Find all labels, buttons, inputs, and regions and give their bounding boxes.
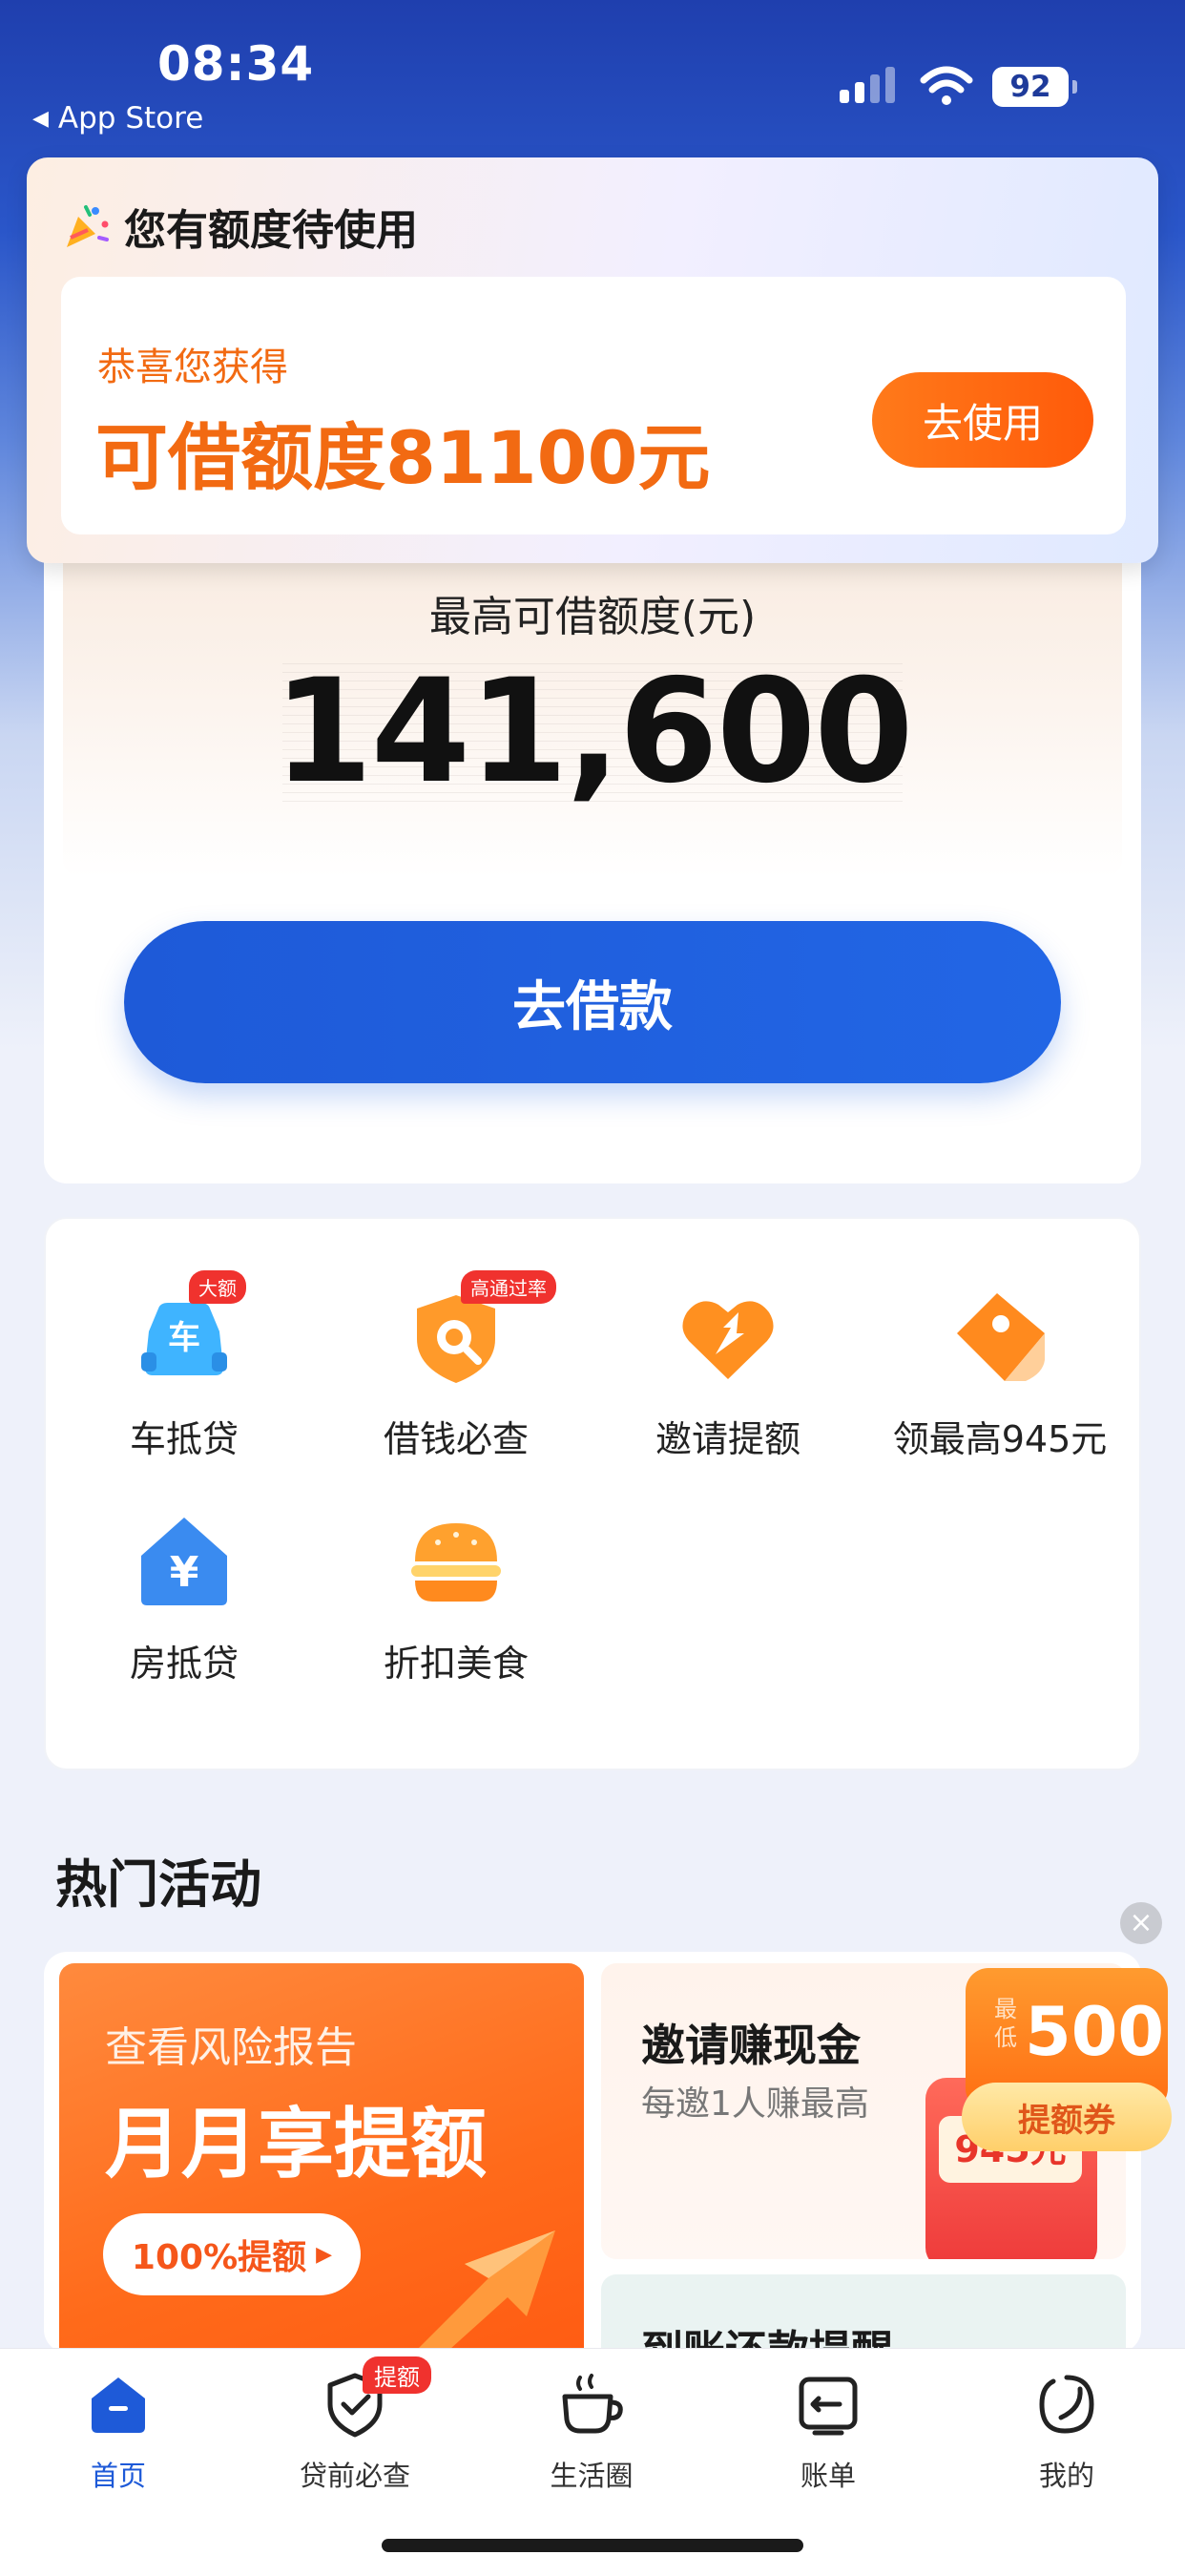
party-popper-icon: [61, 201, 111, 251]
bill-icon: [794, 2370, 863, 2439]
service-label: 折扣美食: [383, 1643, 529, 1685]
service-tag: 高通过率: [461, 1270, 556, 1304]
up-arrow-icon: [414, 2230, 555, 2353]
service-label: 邀请提额: [655, 1418, 800, 1460]
invite-subtitle: 每邀1人赚最高: [641, 2084, 869, 2124]
home-indicator[interactable]: [382, 2539, 803, 2552]
coupon-label: 提额券: [962, 2083, 1172, 2151]
svg-text:¥: ¥: [170, 1548, 199, 1597]
loan-check-icon: 高通过率: [404, 1270, 556, 1391]
invite-title: 邀请赚现金: [641, 2020, 861, 2071]
status-time: 08:34: [157, 36, 315, 92]
house-loan-icon: ¥: [132, 1510, 237, 1615]
offer-amount: 可借额度81100元: [95, 415, 711, 500]
popup-offer: 恭喜您获得 可借额度81100元 去使用: [61, 277, 1126, 534]
service-label: 领最高945元: [892, 1418, 1108, 1460]
profile-icon: [1032, 2370, 1101, 2439]
coffee-cup-icon: [557, 2370, 626, 2439]
risk-report-card[interactable]: 查看风险报告 月月享提额 100%提额 ▶: [59, 1963, 584, 2353]
burger-icon: [404, 1510, 509, 1615]
play-arrow-icon: ▶: [316, 2242, 333, 2267]
service-discount-food[interactable]: 折扣美食: [313, 1510, 599, 1686]
limit-label: 最高可借额度(元): [428, 593, 757, 641]
repayment-reminder-card[interactable]: 到账还款提醒: [601, 2274, 1126, 2353]
tab-label: 账单: [800, 2460, 856, 2492]
cellular-signal-icon: [840, 67, 895, 103]
car-loan-icon: 车 大额: [132, 1270, 246, 1391]
invite-raise-icon: [676, 1286, 780, 1391]
service-label: 房抵贷: [129, 1643, 239, 1685]
tab-home[interactable]: 首页: [23, 2370, 214, 2494]
raise-pill-label: 100%提额: [131, 2238, 307, 2277]
service-house-loan[interactable]: ¥ 房抵贷: [41, 1510, 327, 1686]
services-grid: 车 大额 车抵贷 高通过率 借钱必查 邀请提额 领最高945元 ¥ 房抵贷 折扣…: [44, 1217, 1141, 1770]
tab-label: 我的: [1038, 2460, 1094, 2492]
svg-text:车: 车: [168, 1319, 200, 1357]
borrow-card: 最高可借额度(元) 141,600 去借款: [44, 534, 1141, 1183]
tab-label: 贷前必查: [299, 2460, 410, 2492]
tab-label: 首页: [90, 2460, 146, 2492]
ad-close-icon[interactable]: ×: [1120, 1902, 1162, 1944]
back-label: App Store: [57, 101, 204, 136]
tab-bill[interactable]: 账单: [733, 2370, 924, 2494]
coupon-gift-icon: [947, 1286, 1052, 1391]
raise-coupon-badge[interactable]: 最低 500 提额券: [962, 1968, 1172, 2159]
coupon-amount: 500: [1025, 1993, 1165, 2071]
service-invite-raise[interactable]: 邀请提额: [585, 1286, 871, 1462]
battery-indicator: 92: [992, 67, 1077, 107]
home-icon: [84, 2370, 153, 2439]
hot-activities-title: 热门活动: [55, 1854, 261, 1915]
service-label: 借钱必查: [383, 1418, 529, 1460]
back-to-app-store[interactable]: ◀ App Store: [32, 101, 203, 136]
popup-title: 您有额度待使用: [124, 206, 418, 255]
borrow-button[interactable]: 去借款: [124, 921, 1061, 1083]
back-triangle-icon: ◀: [32, 106, 49, 131]
tab-pre-loan-check[interactable]: 提额 贷前必查: [260, 2356, 450, 2494]
shield-check-icon: 提额: [321, 2356, 431, 2439]
service-loan-check[interactable]: 高通过率 借钱必查: [313, 1270, 599, 1462]
congrats-text: 恭喜您获得: [97, 346, 288, 389]
risk-subtitle: 查看风险报告: [105, 2023, 357, 2072]
service-label: 车抵贷: [129, 1418, 239, 1460]
status-bar: 08:34 ◀ App Store 92: [0, 0, 1185, 143]
tab-profile[interactable]: 我的: [971, 2370, 1162, 2494]
risk-title: 月月享提额: [105, 2100, 487, 2189]
coupon-min-label: 最低: [994, 1996, 1017, 2051]
service-car-loan[interactable]: 车 大额 车抵贷: [41, 1270, 327, 1462]
tab-badge: 提额: [363, 2356, 431, 2394]
use-now-button[interactable]: 去使用: [872, 372, 1093, 468]
wifi-icon: [920, 65, 973, 111]
limit-value: 141,600: [273, 649, 913, 815]
tab-label: 生活圈: [550, 2460, 634, 2492]
raise-pill-button[interactable]: 100%提额 ▶: [103, 2213, 361, 2295]
popup-header: 您有额度待使用: [61, 196, 418, 257]
credit-available-popup[interactable]: 您有额度待使用 恭喜您获得 可借额度81100元 去使用: [27, 157, 1158, 563]
tab-life-circle[interactable]: 生活圈: [496, 2370, 687, 2494]
service-coupon-gift[interactable]: 领最高945元: [857, 1286, 1143, 1462]
service-tag: 大额: [189, 1270, 246, 1304]
